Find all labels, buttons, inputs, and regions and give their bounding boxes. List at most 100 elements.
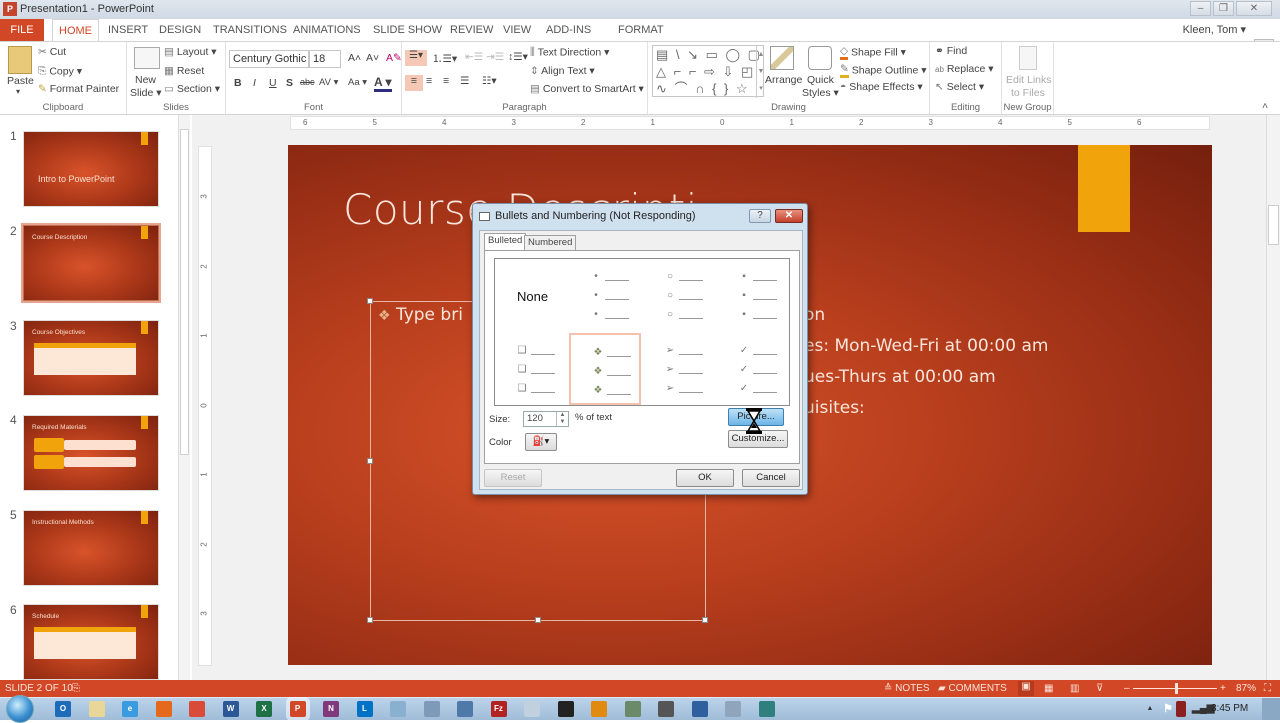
arrange-icon[interactable] [770,46,794,70]
start-button[interactable] [6,695,34,723]
tab-animations[interactable]: ANIMATIONS [287,19,367,41]
resize-handle[interactable] [367,458,373,464]
dialog-close-button[interactable]: ✕ [775,209,803,223]
copy-button[interactable]: ⎘ Copy ▾ [38,65,82,78]
zoom-level[interactable]: 87% [1236,683,1256,694]
scrollbar-thumb[interactable] [1268,205,1279,245]
quick-styles-label-1[interactable]: Quick [807,74,834,86]
thumbnail-slide-1[interactable]: Intro to PowerPoint [23,131,159,207]
close-button[interactable]: ✕ [1236,1,1272,16]
bullet-option-square[interactable]: ▪ ▪ ▪ [717,259,789,331]
action-center-flag-icon[interactable]: ⚑ [1160,701,1176,717]
cancel-button[interactable]: Cancel [742,469,800,487]
columns-button[interactable]: ☷▾ [482,75,497,87]
minimize-button[interactable]: – [1190,1,1211,16]
right-line[interactable]: uisites: [804,398,865,418]
italic-button[interactable]: I [253,77,256,89]
power-icon[interactable] [1176,701,1186,717]
text-shadow-button[interactable]: S [286,77,293,89]
zoom-in-button[interactable]: + [1220,683,1226,694]
bullet-option-diamond-flower[interactable]: ❖ ❖ ❖ [569,333,641,405]
thumbnail-slide-5[interactable]: Instructional Methods [23,510,159,586]
tab-review[interactable]: REVIEW [444,19,499,41]
shapes-row-3[interactable]: ∿ ⌒ ∩ { } ☆ [656,80,763,97]
network-signal-icon[interactable]: ▂▄▆ [1192,701,1214,717]
taskbar-app-22-icon[interactable] [758,701,775,717]
tab-add-ins[interactable]: ADD-INS [540,19,597,41]
tab-design[interactable]: DESIGN [153,19,207,41]
character-spacing-button[interactable]: AV ▾ [319,77,338,88]
reset-button[interactable]: ▦ Reset [164,65,204,77]
shapes-gallery[interactable]: ▤ \ ↘ ▭ ◯ ▢ △ ⌐ ⌐ ⇨ ⇩ ◰ ∿ ⌒ ∩ { } ☆ [652,45,764,97]
bullet-option-checkmark[interactable]: ✓ ✓ ✓ [717,333,789,405]
new-slide-label-1[interactable]: New [135,74,156,86]
quick-styles-dropdown[interactable]: Styles ▾ [802,87,839,99]
reading-view-button[interactable]: ▥ [1070,683,1079,694]
spell-check-icon[interactable]: ⎘ [72,683,80,694]
tab-transitions[interactable]: TRANSITIONS [207,19,293,41]
resize-handle[interactable] [367,298,373,304]
taskbar-app-18-icon[interactable] [624,701,641,717]
taskbar-onenote-icon[interactable]: N [323,701,339,717]
color-picker-button[interactable]: ⛽▾ [525,433,557,451]
zoom-slider-thumb[interactable] [1175,683,1178,694]
cut-button[interactable]: ✂ Cut [38,46,66,58]
font-size-combo[interactable]: 18 [309,50,341,68]
align-text-button[interactable]: ⇕ Align Text ▾ [530,65,595,77]
show-desktop-button[interactable] [1262,698,1280,720]
taskbar-headset-icon[interactable] [591,701,607,717]
shape-outline-button[interactable]: ✎ Shape Outline ▾ [840,63,926,78]
taskbar-powerpoint-icon[interactable]: P [289,701,306,717]
thumbnail-slide-6[interactable]: Schedule [23,604,159,680]
tab-view[interactable]: VIEW [497,19,537,41]
clear-formatting-button[interactable]: A✎ [386,52,402,64]
right-line[interactable]: es: Mon-Wed-Fri at 00:00 am [804,336,1048,356]
scrollbar-thumb[interactable] [180,129,189,455]
tab-bulleted[interactable]: Bulleted [484,233,527,250]
quick-styles-icon[interactable] [808,46,832,70]
restore-button[interactable]: ❐ [1213,1,1234,16]
increase-indent-button[interactable]: ⇥☰ [486,51,504,63]
taskbar-app-13-icon[interactable] [457,701,473,717]
taskbar-chrome-icon[interactable] [189,701,205,717]
gallery-scroll[interactable]: ▲ ▼ ▾ [756,46,765,98]
taskbar-word-icon[interactable]: W [222,701,239,717]
grow-font-button[interactable]: A˄ [348,52,361,64]
reset-button[interactable]: Reset [484,469,542,487]
left-bullet-text[interactable]: ❖ Type bri [378,305,463,325]
bullet-option-hollow-circle[interactable]: ○ ○ ○ [643,259,715,331]
select-button[interactable]: ↖ Select ▾ [935,81,984,93]
paste-dropdown[interactable]: ▾ [16,87,20,96]
tab-slide-show[interactable]: SLIDE SHOW [367,19,448,41]
numbering-button[interactable]: ⒈☰▾ [432,51,457,66]
resize-handle[interactable] [535,617,541,623]
notes-button[interactable]: ≙ NOTES [884,683,930,694]
tab-insert[interactable]: INSERT [102,19,154,41]
align-left-button[interactable]: ≡ [405,75,423,91]
decrease-indent-button[interactable]: ⇤☰ [465,51,483,63]
bold-button[interactable]: B [234,77,242,89]
thumbnail-slide-3[interactable]: Course Objectives [23,320,159,396]
taskbar-app-11-icon[interactable] [390,701,406,717]
taskbar-filezilla-icon[interactable]: Fz [490,701,507,717]
bullet-option-arrowhead[interactable]: ➢ ➢ ➢ [643,333,715,405]
justify-button[interactable]: ☰ [460,75,469,87]
taskbar-excel-icon[interactable]: X [256,701,272,717]
size-spinner[interactable]: 120 ▲ ▼ [523,411,569,427]
arrange-button[interactable]: Arrange [765,74,802,86]
help-button[interactable]: ? [749,209,771,223]
show-hidden-icons[interactable]: ▲ [1142,701,1158,717]
shape-fill-button[interactable]: ◇ Shape Fill ▾ [840,45,906,60]
paste-icon[interactable] [8,46,32,74]
thumbnail-slide-2[interactable]: Course Description [21,223,161,303]
convert-smartart-button[interactable]: ▤ Convert to SmartArt ▾ [530,83,644,95]
line-spacing-button[interactable]: ↕☰▾ [508,51,528,63]
align-right-button[interactable]: ≡ [443,75,449,87]
bullet-option-small-dot[interactable]: • • • [569,259,641,331]
new-slide-dropdown[interactable]: Slide ▾ [130,87,162,99]
find-button[interactable]: ⚭ Find [935,45,967,57]
format-painter-button[interactable]: ✎ Format Painter [38,83,119,95]
taskbar-app-21-icon[interactable] [725,701,741,717]
taskbar-app-19-icon[interactable] [658,701,674,717]
fit-to-window-button[interactable]: ⛶ [1264,683,1271,694]
